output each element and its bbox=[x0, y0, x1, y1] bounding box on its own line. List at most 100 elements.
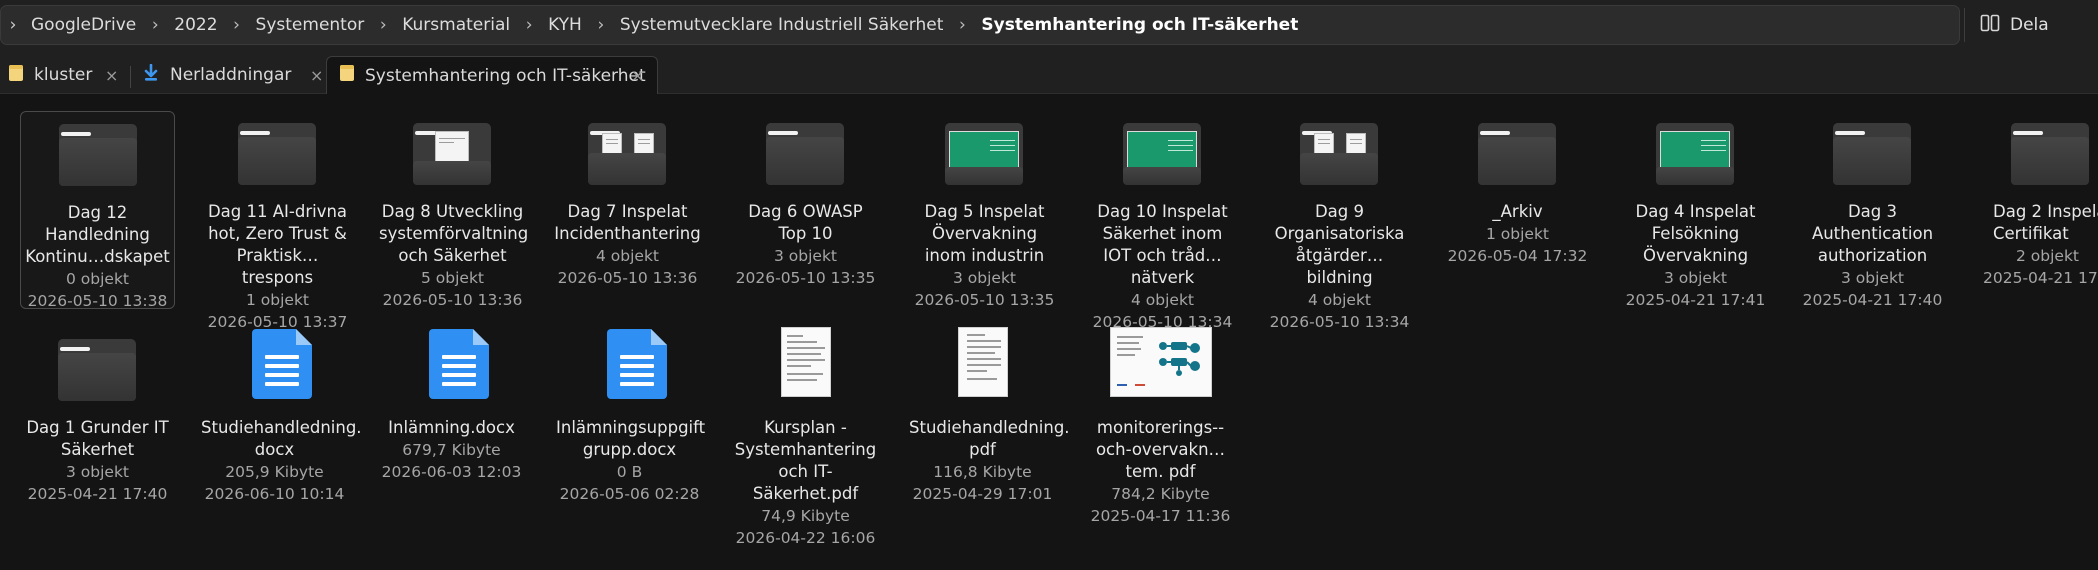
item-name: Inlämning.docx bbox=[388, 418, 515, 437]
item-count: 4 objekt bbox=[595, 247, 659, 265]
tab-kluster[interactable]: kluster × bbox=[8, 56, 126, 94]
item-name: Studiehandledning. pdf bbox=[909, 418, 1070, 459]
breadcrumb-systemutvecklare[interactable]: Systemutvecklare Industriell Säkerhet bbox=[612, 15, 952, 35]
chevron-right-icon[interactable]: › bbox=[3, 15, 23, 35]
tab-label: Nerladdningar bbox=[170, 65, 292, 85]
folder-icon bbox=[339, 64, 355, 87]
folder-icon bbox=[8, 64, 24, 87]
folder-icon bbox=[58, 339, 136, 401]
item-count: 1 objekt bbox=[245, 291, 309, 309]
file-item[interactable]: Inlämning.docx 679,7 Kibyte 2026-06-03 1… bbox=[374, 327, 529, 483]
item-date: 2026-05-10 13:34 bbox=[1269, 313, 1410, 331]
breadcrumb[interactable]: › GoogleDrive › 2022 › Systementor › Kur… bbox=[0, 5, 1960, 45]
download-arrow-icon bbox=[142, 63, 160, 87]
folder-item[interactable]: Dag 2 Inspelat Certifikat 2 objekt 2025-… bbox=[1973, 111, 2098, 289]
breadcrumb-googledrive[interactable]: GoogleDrive bbox=[23, 15, 144, 35]
folder-icon bbox=[1123, 123, 1201, 185]
folder-item[interactable]: Dag 8 Utveckling systemförvaltning och S… bbox=[375, 111, 530, 311]
folder-icon bbox=[238, 123, 316, 185]
item-name: Dag 4 Inspelat Felsökning Övervakning bbox=[1635, 202, 1756, 265]
close-icon[interactable]: × bbox=[310, 66, 323, 85]
item-count: 0 objekt bbox=[65, 270, 129, 288]
folder-item[interactable]: Dag 9 Organisatoriska åtgärder…bildning … bbox=[1262, 111, 1417, 333]
document-icon bbox=[252, 329, 312, 399]
folder-item[interactable]: Dag 4 Inspelat Felsökning Övervakning 3 … bbox=[1618, 111, 1773, 311]
breadcrumb-current[interactable]: Systemhantering och IT-säkerhet bbox=[973, 15, 1306, 35]
item-date: 2026-05-10 13:36 bbox=[382, 291, 523, 309]
item-size: 784,2 Kibyte bbox=[1111, 485, 1210, 503]
item-name: Dag 9 Organisatoriska åtgärder…bildning bbox=[1274, 202, 1405, 287]
document-icon bbox=[607, 329, 667, 399]
item-date: 2025-04-21 17:41 bbox=[1625, 291, 1766, 309]
tab-label: kluster bbox=[34, 65, 93, 85]
pdf-thumbnail bbox=[1110, 327, 1212, 397]
item-date: 2026-05-10 13:38 bbox=[27, 292, 168, 310]
tab-label: Systemhantering och IT-säkerhet bbox=[365, 65, 646, 86]
close-icon[interactable]: × bbox=[105, 66, 118, 85]
item-size: 205,9 Kibyte bbox=[225, 463, 324, 481]
folder-item[interactable]: Dag 7 Inspelat Incidenthantering 4 objek… bbox=[550, 111, 705, 289]
file-item[interactable]: Studiehandledning. pdf 116,8 Kibyte 2025… bbox=[905, 327, 1070, 505]
item-name: Dag 7 Inspelat Incidenthantering bbox=[554, 202, 701, 243]
item-date: 2026-05-04 17:32 bbox=[1447, 247, 1588, 265]
item-count: 3 objekt bbox=[773, 247, 837, 265]
item-size: 679,7 Kibyte bbox=[402, 441, 501, 459]
share-panel-icon bbox=[1980, 13, 2000, 38]
item-count: 2 objekt bbox=[2016, 247, 2080, 265]
item-count: 1 objekt bbox=[1485, 225, 1549, 243]
item-date: 2025-04-17 11:36 bbox=[1090, 507, 1231, 525]
folder-item[interactable]: Dag 12 Handledning Kontinu…dskapet 0 obj… bbox=[20, 111, 175, 310]
share-button[interactable]: Dela bbox=[1976, 8, 2088, 42]
toolbar-divider bbox=[1964, 8, 1965, 42]
file-item[interactable]: Inlämningsuppgift grupp.docx 0 B 2026-05… bbox=[552, 327, 707, 505]
breadcrumb-systementor[interactable]: Systementor bbox=[248, 15, 373, 35]
tab-bar: kluster × Nerladdningar × Systemhanterin… bbox=[0, 50, 2098, 94]
chevron-right-icon: › bbox=[525, 15, 533, 35]
item-date: 2025-04-21 17:4 bbox=[1983, 269, 2098, 287]
item-name: Dag 11 AI-drivna hot, Zero Trust & Prakt… bbox=[207, 202, 348, 287]
share-label: Dela bbox=[2010, 15, 2049, 35]
folder-item[interactable]: Dag 11 AI-drivna hot, Zero Trust & Prakt… bbox=[200, 111, 355, 333]
item-date: 2026-06-03 12:03 bbox=[381, 463, 522, 481]
folder-icon bbox=[1300, 123, 1378, 185]
item-date: 2026-05-10 13:36 bbox=[557, 269, 698, 287]
item-date: 2026-05-10 13:35 bbox=[914, 291, 1055, 309]
chevron-right-icon: › bbox=[151, 15, 159, 35]
file-grid[interactable]: Dag 12 Handledning Kontinu…dskapet 0 obj… bbox=[0, 95, 2098, 570]
tab-systemhantering[interactable]: Systemhantering och IT-säkerhet × bbox=[326, 56, 658, 94]
item-name: Dag 10 Inspelat Säkerhet inom IOT och tr… bbox=[1097, 202, 1228, 287]
breadcrumb-2022[interactable]: 2022 bbox=[166, 15, 225, 35]
item-date: 2025-04-29 17:01 bbox=[912, 485, 1053, 503]
item-name: Dag 3 Authentication authorization bbox=[1811, 202, 1934, 265]
pdf-thumbnail bbox=[781, 327, 831, 397]
item-count: 4 objekt bbox=[1307, 291, 1371, 309]
file-item[interactable]: Studiehandledning. docx 205,9 Kibyte 202… bbox=[197, 327, 362, 505]
pdf-thumbnail bbox=[958, 327, 1008, 397]
folder-item[interactable]: Dag 3 Authentication authorization 3 obj… bbox=[1795, 111, 1950, 311]
folder-icon bbox=[59, 124, 137, 186]
item-count: 4 objekt bbox=[1130, 291, 1194, 309]
file-item[interactable]: Kursplan - Systemhantering och IT-Säkerh… bbox=[728, 327, 883, 549]
folder-icon bbox=[2011, 123, 2089, 185]
tab-nerladdningar[interactable]: Nerladdningar × bbox=[142, 56, 328, 94]
close-icon[interactable]: × bbox=[631, 66, 644, 85]
folder-item[interactable]: Dag 10 Inspelat Säkerhet inom IOT och tr… bbox=[1085, 111, 1240, 333]
folder-item[interactable]: Dag 1 Grunder IT Säkerhet 3 objekt 2025-… bbox=[20, 327, 175, 505]
item-name: Inlämningsuppgift grupp.docx bbox=[556, 418, 706, 459]
chevron-right-icon: › bbox=[233, 15, 240, 35]
folder-item[interactable]: Dag 5 Inspelat Övervakning inom industri… bbox=[907, 111, 1062, 311]
breadcrumb-kursmaterial[interactable]: Kursmaterial bbox=[394, 15, 518, 35]
folder-item[interactable]: Dag 6 OWASP Top 10 3 objekt 2026-05-10 1… bbox=[728, 111, 883, 289]
file-item[interactable]: monitorerings-- och-overvakn…tem. pdf 78… bbox=[1083, 327, 1238, 527]
chevron-right-icon: › bbox=[379, 15, 387, 35]
item-name: Dag 12 Handledning Kontinu…dskapet bbox=[25, 203, 170, 266]
folder-icon bbox=[1656, 123, 1734, 185]
item-name: monitorerings-- och-overvakn…tem. pdf bbox=[1095, 418, 1226, 481]
item-date: 2026-05-06 02:28 bbox=[559, 485, 700, 503]
item-name: Dag 5 Inspelat Övervakning inom industri… bbox=[924, 202, 1045, 265]
breadcrumb-kyh[interactable]: KYH bbox=[540, 15, 590, 35]
document-icon bbox=[429, 329, 489, 399]
folder-item[interactable]: _Arkiv 1 objekt 2026-05-04 17:32 bbox=[1440, 111, 1595, 267]
item-name: Dag 2 Inspelat Certifikat bbox=[1993, 202, 2098, 243]
chevron-right-icon: › bbox=[597, 15, 605, 35]
